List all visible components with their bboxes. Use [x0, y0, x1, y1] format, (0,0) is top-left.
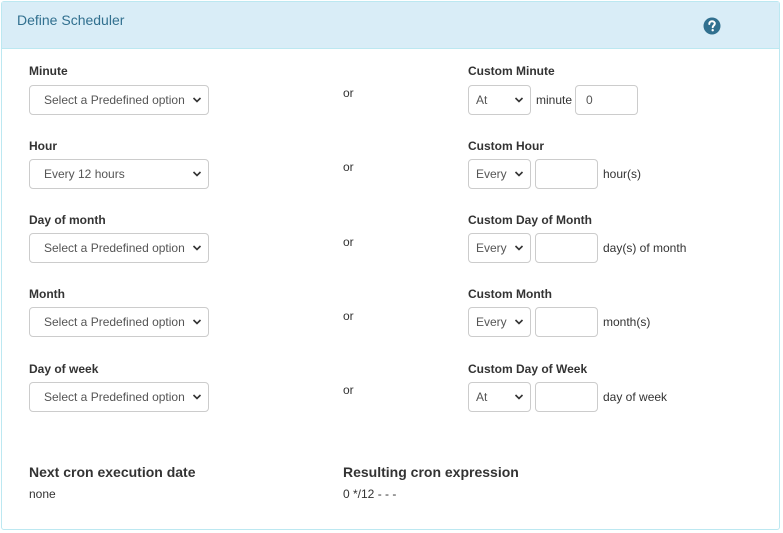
- or-label: or: [343, 383, 354, 397]
- day-of-month-predefined-select[interactable]: Select a Predefined option: [29, 233, 209, 263]
- custom-month-input[interactable]: [535, 307, 598, 337]
- custom-day-of-month-input[interactable]: [535, 233, 598, 263]
- chevron-down-icon: [514, 160, 524, 188]
- or-label: or: [343, 235, 354, 249]
- custom-hour-label: Custom Hour: [468, 139, 544, 153]
- custom-day-of-week-mode-value: At: [476, 390, 488, 404]
- hour-label: Hour: [29, 139, 57, 153]
- chevron-down-icon: [514, 86, 524, 114]
- hour-row: Hour Every 12 hours or Custom Hour Every…: [2, 137, 779, 197]
- chevron-down-icon: [514, 383, 524, 411]
- custom-day-of-month-label: Custom Day of Month: [468, 213, 592, 227]
- custom-month-suffix: month(s): [603, 315, 651, 329]
- custom-hour-mode-value: Every: [476, 167, 507, 181]
- or-label: or: [343, 160, 354, 174]
- next-execution-value: none: [29, 487, 56, 501]
- custom-day-of-week-label: Custom Day of Week: [468, 362, 588, 376]
- custom-hour-suffix: hour(s): [603, 167, 642, 181]
- custom-minute-label: Custom Minute: [468, 64, 555, 78]
- minute-label: Minute: [29, 64, 68, 78]
- hour-predefined-select[interactable]: Every 12 hours: [29, 159, 209, 189]
- cron-expression-label: Resulting cron expression: [343, 464, 519, 480]
- day-of-week-predefined-select[interactable]: Select a Predefined option: [29, 382, 209, 412]
- day-of-week-label: Day of week: [29, 362, 99, 376]
- custom-day-of-week-mode-select[interactable]: At: [468, 382, 531, 412]
- custom-minute-inline-label: minute: [536, 93, 573, 107]
- custom-minute-mode-value: At: [476, 93, 488, 107]
- or-label: or: [343, 86, 354, 100]
- day-of-week-row: Day of week Select a Predefined option o…: [2, 360, 779, 420]
- day-of-month-row: Day of month Select a Predefined option …: [2, 211, 779, 271]
- chevron-down-icon: [514, 234, 524, 262]
- custom-day-of-month-mode-select[interactable]: Every: [468, 233, 531, 263]
- custom-day-of-week-suffix: day of week: [603, 390, 668, 404]
- custom-day-of-month-suffix: day(s) of month: [603, 241, 687, 255]
- hour-predefined-value: Every 12 hours: [44, 167, 125, 181]
- day-of-month-predefined-value: Select a Predefined option: [44, 241, 185, 255]
- custom-minute-input[interactable]: 0: [575, 85, 638, 115]
- scheduler-panel: Define Scheduler Minute Select a Predefi…: [1, 1, 780, 530]
- month-predefined-select[interactable]: Select a Predefined option: [29, 307, 209, 337]
- day-of-month-label: Day of month: [29, 213, 106, 227]
- chevron-down-icon: [192, 86, 202, 114]
- month-label: Month: [29, 287, 65, 301]
- chevron-down-icon: [192, 234, 202, 262]
- chevron-down-icon: [514, 308, 524, 336]
- month-predefined-value: Select a Predefined option: [44, 315, 185, 329]
- custom-minute-mode-select[interactable]: At: [468, 85, 531, 115]
- custom-minute-input-value: 0: [586, 93, 593, 107]
- question-circle-icon[interactable]: [703, 17, 721, 35]
- custom-day-of-month-mode-value: Every: [476, 241, 507, 255]
- custom-month-mode-select[interactable]: Every: [468, 307, 531, 337]
- custom-hour-input[interactable]: [535, 159, 598, 189]
- next-execution-label: Next cron execution date: [29, 464, 196, 480]
- panel-heading: Define Scheduler: [2, 2, 779, 49]
- month-row: Month Select a Predefined option or Cust…: [2, 285, 779, 345]
- custom-month-label: Custom Month: [468, 287, 552, 301]
- chevron-down-icon: [192, 383, 202, 411]
- chevron-down-icon: [192, 308, 202, 336]
- custom-hour-mode-select[interactable]: Every: [468, 159, 531, 189]
- chevron-down-icon: [192, 160, 202, 188]
- minute-predefined-value: Select a Predefined option: [44, 93, 185, 107]
- or-label: or: [343, 309, 354, 323]
- minute-row: Minute Select a Predefined option or Cus…: [2, 62, 779, 122]
- day-of-week-predefined-value: Select a Predefined option: [44, 390, 185, 404]
- cron-expression-value: 0 */12 - - -: [343, 487, 397, 501]
- minute-predefined-select[interactable]: Select a Predefined option: [29, 85, 209, 115]
- panel-title: Define Scheduler: [17, 12, 125, 28]
- custom-day-of-week-input[interactable]: [535, 382, 598, 412]
- custom-month-mode-value: Every: [476, 315, 507, 329]
